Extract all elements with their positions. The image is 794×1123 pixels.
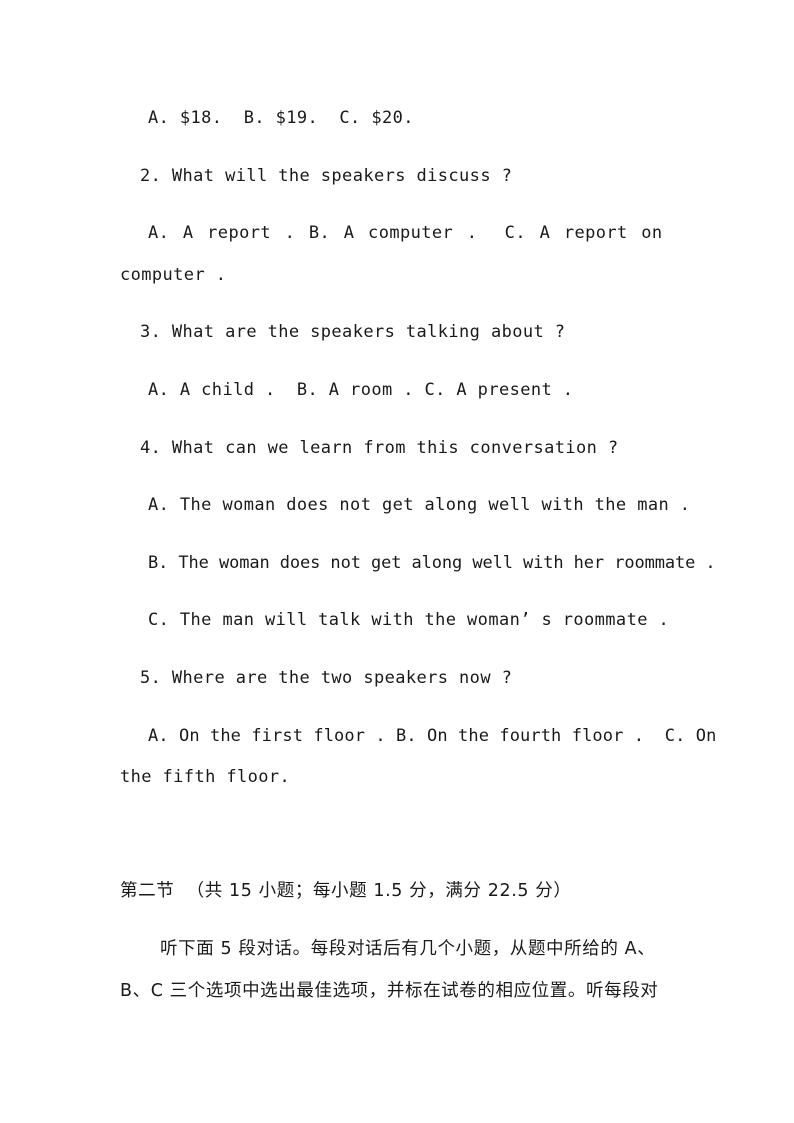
q3-options: A. A child . B. A room . C. A present . bbox=[148, 380, 574, 400]
q5-prompt: 5. Where are the two speakers now ? bbox=[140, 668, 513, 688]
q3-prompt: 3. What are the speakers talking about ? bbox=[140, 322, 566, 342]
q2-options-line1: A. A report . B. A computer . C. A repor… bbox=[148, 223, 663, 243]
q4-option-a: A. The woman does not get along well wit… bbox=[148, 495, 691, 515]
q4-option-c: C. The man will talk with the woman’ s r… bbox=[148, 610, 670, 630]
section2-instructions-line2: B、C 三个选项中选出最佳选项，并标在试卷的相应位置。听每段对 bbox=[120, 981, 659, 1001]
section2-instructions-line1: 听下面 5 段对话。每段对话后有几个小题，从题中所给的 A、 bbox=[160, 939, 656, 959]
q2-options-line2: computer . bbox=[120, 265, 227, 285]
q4-prompt: 4. What can we learn from this conversat… bbox=[140, 438, 619, 458]
section2-heading: 第二节 （共 15 小题；每小题 1.5 分，满分 22.5 分） bbox=[120, 881, 572, 901]
q2-prompt: 2. What will the speakers discuss ? bbox=[140, 166, 513, 186]
q4-option-b: B. The woman does not get along well wit… bbox=[148, 553, 716, 573]
q5-options-line1: A. On the first floor . B. On the fourth… bbox=[148, 726, 717, 746]
q1-options: A. $18. B. $19. C. $20. bbox=[148, 108, 414, 128]
q5-options-line2: the fifth floor. bbox=[120, 767, 291, 787]
